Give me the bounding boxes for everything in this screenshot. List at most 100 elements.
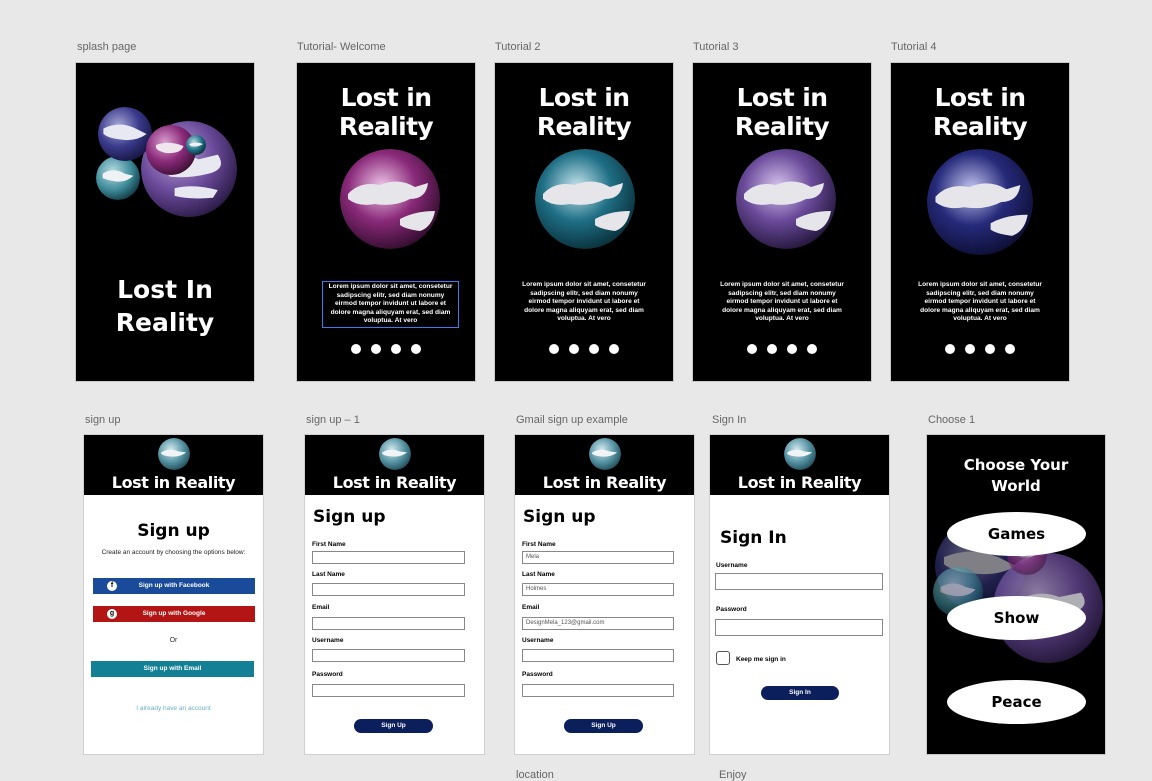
games-option-button[interactable]: Games: [947, 512, 1086, 556]
globe-violet-icon: [736, 149, 836, 249]
tutorial-3-artboard[interactable]: Lost in Reality Lorem ipsum dolor sit am…: [692, 62, 872, 382]
page-dot[interactable]: [609, 344, 619, 354]
peace-option-button[interactable]: Peace: [947, 680, 1086, 724]
page-dot[interactable]: [549, 344, 559, 354]
tutorial-welcome-artboard[interactable]: Lost in Reality Lorem ipsum dolor sit am…: [296, 62, 476, 382]
facebook-button-label: Sign up with Facebook: [138, 582, 210, 589]
google-button-label: Sign up with Google: [142, 610, 206, 617]
page-title: Sign up: [137, 521, 210, 541]
password-field[interactable]: [715, 619, 883, 636]
board-label-sign-up-1: sign up – 1: [306, 414, 360, 426]
header-title: Lost in Reality: [737, 473, 862, 492]
splash-title: Lost In Reality: [115, 275, 215, 337]
last-name-label: Last Name: [522, 571, 555, 578]
page-dot[interactable]: [351, 344, 361, 354]
pagination-dots: [693, 344, 871, 354]
pagination-dots: [297, 344, 475, 354]
sign-in-button[interactable]: Sign In: [761, 686, 839, 700]
globe-teal-icon: [535, 149, 635, 249]
page-dot[interactable]: [391, 344, 401, 354]
page-dot[interactable]: [965, 344, 975, 354]
splash-artboard[interactable]: Lost In Reality: [75, 62, 255, 382]
password-label: Password: [522, 671, 553, 678]
page-dot[interactable]: [787, 344, 797, 354]
sign-up-1-artboard[interactable]: Lost in Reality Sign up First Name Last …: [304, 434, 485, 755]
password-label: Password: [312, 671, 343, 678]
board-label-tutorial-2: Tutorial 2: [495, 41, 541, 53]
page-dot[interactable]: [747, 344, 757, 354]
keep-signed-in-checkbox[interactable]: [716, 651, 730, 665]
sign-up-button[interactable]: Sign Up: [354, 719, 433, 733]
facebook-icon: f: [107, 581, 117, 591]
password-field[interactable]: [312, 684, 465, 697]
username-field[interactable]: [522, 649, 674, 662]
tutorial-2-artboard[interactable]: Lost in Reality Lorem ipsum dolor sit am…: [494, 62, 674, 382]
tutorial-description: Lorem ipsum dolor sit amet, consetetur s…: [720, 281, 844, 323]
tutorial-title: Lost in Reality: [338, 83, 434, 141]
board-label-tutorial-3: Tutorial 3: [693, 41, 739, 53]
sign-in-artboard[interactable]: Lost in Reality Sign In Username Passwor…: [709, 434, 890, 755]
page-dot[interactable]: [767, 344, 777, 354]
logo-globe-icon: [784, 438, 816, 470]
header-title: Lost in Reality: [542, 473, 667, 492]
sign-up-artboard[interactable]: Lost in Reality Sign up Create an accoun…: [83, 434, 264, 755]
username-field[interactable]: [312, 649, 465, 662]
email-label: Email: [312, 604, 330, 611]
username-field[interactable]: [715, 573, 883, 590]
board-label-splash: splash page: [77, 41, 137, 53]
or-divider: Or: [169, 637, 178, 644]
board-label-enjoy: Enjoy: [719, 769, 747, 781]
board-label-sign-in: Sign In: [712, 414, 747, 426]
password-field[interactable]: [522, 684, 674, 697]
username-label: Username: [312, 637, 344, 644]
email-field[interactable]: [312, 617, 465, 630]
email-button-label: Sign up with Email: [143, 665, 202, 672]
show-option-button[interactable]: Show: [947, 596, 1086, 640]
app-header: Lost in Reality: [710, 435, 889, 495]
email-field[interactable]: DesignMela_123@gmail.com: [522, 617, 674, 630]
keep-signed-in-label: Keep me sign in: [736, 656, 786, 663]
logo-globe-icon: [158, 438, 190, 470]
first-name-label: First Name: [522, 541, 556, 548]
page-dot[interactable]: [569, 344, 579, 354]
gmail-sign-up-artboard[interactable]: Lost in Reality Sign up First Name Mela …: [514, 434, 695, 755]
last-name-field[interactable]: Holmes: [522, 583, 674, 596]
choose-title-line-2: World: [991, 477, 1041, 495]
facebook-signup-button[interactable]: f Sign up with Facebook: [93, 578, 255, 594]
board-label-tutorial-welcome: Tutorial- Welcome: [297, 41, 386, 53]
page-dot[interactable]: [411, 344, 421, 354]
first-name-field[interactable]: [312, 551, 465, 564]
page-dot[interactable]: [985, 344, 995, 354]
page-dot[interactable]: [371, 344, 381, 354]
pagination-dots: [495, 344, 673, 354]
sign-up-button[interactable]: Sign Up: [564, 719, 643, 733]
page-dot[interactable]: [945, 344, 955, 354]
tutorial-4-artboard[interactable]: Lost in Reality Lorem ipsum dolor sit am…: [890, 62, 1070, 382]
page-title: Sign In: [720, 528, 787, 548]
last-name-field[interactable]: [312, 583, 465, 596]
app-header: Lost in Reality: [84, 435, 263, 495]
tutorial-description[interactable]: Lorem ipsum dolor sit amet, consetetur s…: [322, 281, 459, 328]
tutorial-title: Lost in Reality: [536, 83, 632, 141]
board-label-tutorial-4: Tutorial 4: [891, 41, 937, 53]
app-header: Lost in Reality: [515, 435, 694, 495]
tutorial-description: Lorem ipsum dolor sit amet, consetetur s…: [918, 281, 1042, 323]
header-title: Lost in Reality: [111, 473, 236, 492]
app-header: Lost in Reality: [305, 435, 484, 495]
pagination-dots: [891, 344, 1069, 354]
username-label: Username: [522, 637, 554, 644]
google-signup-button[interactable]: g Sign up with Google: [93, 606, 255, 622]
header-title: Lost in Reality: [332, 473, 457, 492]
page-dot[interactable]: [1005, 344, 1015, 354]
password-label: Password: [716, 606, 747, 613]
page-title: Sign up: [523, 507, 596, 527]
tutorial-title: Lost in Reality: [932, 83, 1028, 141]
globe-teal-small: [96, 156, 140, 200]
already-have-account-link[interactable]: I already have an account: [84, 705, 263, 712]
page-dot[interactable]: [589, 344, 599, 354]
first-name-field[interactable]: Mela: [522, 551, 674, 564]
choose-world-artboard[interactable]: Choose Your World Games Show Peace: [926, 434, 1106, 755]
email-signup-button[interactable]: Sign up with Email: [91, 661, 254, 677]
first-name-label: First Name: [312, 541, 346, 548]
page-dot[interactable]: [807, 344, 817, 354]
